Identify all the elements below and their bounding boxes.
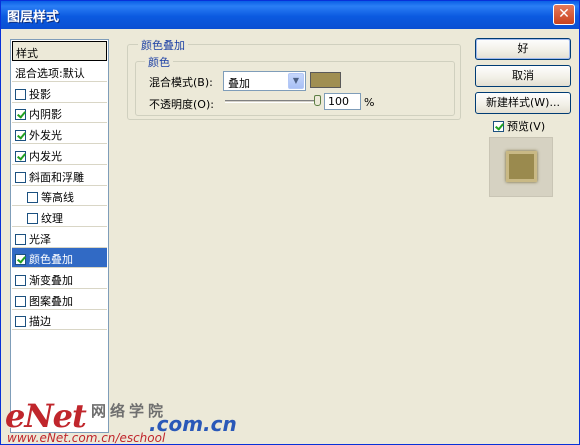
style-item[interactable]: 光泽	[12, 228, 107, 248]
style-item[interactable]: 纹理	[12, 207, 107, 227]
opacity-slider-thumb[interactable]	[314, 95, 321, 106]
style-item-label: 外发光	[29, 129, 62, 142]
style-item-label: 颜色叠加	[29, 253, 73, 266]
style-item-label: 内发光	[29, 150, 62, 163]
style-item[interactable]: 内发光	[12, 145, 107, 165]
style-item[interactable]: 外发光	[12, 124, 107, 144]
checkbox-icon[interactable]	[15, 109, 26, 120]
styles-header-label: 样式	[16, 47, 38, 60]
overlay-color-swatch[interactable]	[310, 72, 341, 88]
styles-list: 样式 混合选项:默认投影内阴影外发光内发光斜面和浮雕等高线纹理光泽颜色叠加渐变叠…	[10, 39, 109, 433]
close-button[interactable]: ✕	[553, 4, 575, 25]
style-item-label: 描边	[29, 315, 51, 328]
checkbox-icon[interactable]	[15, 275, 26, 286]
title-bar[interactable]: 图层样式 ✕	[1, 1, 579, 29]
opacity-value: 100	[328, 95, 349, 108]
dialog-title: 图层样式	[7, 10, 60, 25]
style-item-label: 图案叠加	[29, 295, 73, 308]
style-item-label: 纹理	[41, 212, 63, 225]
chevron-down-icon[interactable]: ▼	[288, 73, 304, 89]
style-item[interactable]: 等高线	[12, 186, 107, 206]
blend-mode-value: 叠加	[228, 77, 250, 90]
preview-checkbox[interactable]: 预览(V)	[493, 118, 545, 134]
blend-mode-select[interactable]: 叠加 ▼	[223, 71, 306, 91]
ok-button[interactable]: 好	[475, 38, 571, 60]
style-item[interactable]: 投影	[12, 83, 107, 103]
opacity-unit: %	[364, 96, 375, 109]
style-item-label: 混合选项:默认	[15, 67, 85, 80]
new-style-button[interactable]: 新建样式(W)...	[475, 92, 571, 114]
opacity-input[interactable]: 100	[324, 93, 361, 110]
checkbox-icon[interactable]	[15, 89, 26, 100]
cancel-button-label: 取消	[512, 69, 534, 82]
preview-label: 预览(V)	[507, 120, 546, 133]
watermark-logo: eNet	[5, 397, 87, 435]
preview-thumbnail	[489, 137, 553, 197]
style-item[interactable]: 图案叠加	[12, 290, 107, 310]
color-overlay-title: 颜色叠加	[138, 37, 188, 53]
new-style-button-label: 新建样式(W)...	[486, 96, 560, 109]
style-item[interactable]: 渐变叠加	[12, 269, 107, 289]
close-icon: ✕	[558, 6, 570, 22]
checkbox-icon[interactable]	[27, 192, 38, 203]
style-item[interactable]: 斜面和浮雕	[12, 166, 107, 186]
checkbox-icon[interactable]	[493, 121, 504, 132]
checkbox-icon[interactable]	[15, 234, 26, 245]
opacity-slider-track[interactable]	[225, 100, 321, 103]
watermark-url: www.eNet.com.cn/eschool	[7, 431, 166, 445]
style-item-label: 等高线	[41, 191, 74, 204]
layer-style-dialog: 图层样式 ✕ 样式 混合选项:默认投影内阴影外发光内发光斜面和浮雕等高线纹理光泽…	[0, 0, 580, 445]
style-item[interactable]: 描边	[12, 310, 107, 330]
checkbox-icon[interactable]	[27, 213, 38, 224]
style-item[interactable]: 颜色叠加	[12, 248, 107, 268]
blend-mode-label: 混合模式(B):	[149, 76, 213, 89]
checkbox-icon[interactable]	[15, 172, 26, 183]
style-item-label: 渐变叠加	[29, 274, 73, 287]
opacity-label: 不透明度(O):	[149, 98, 214, 111]
checkbox-icon[interactable]	[15, 151, 26, 162]
ok-button-label: 好	[517, 42, 529, 55]
styles-header[interactable]: 样式	[12, 41, 107, 61]
color-subgroup-title: 颜色	[145, 54, 173, 70]
style-item-label: 斜面和浮雕	[29, 171, 84, 184]
style-item[interactable]: 混合选项:默认	[12, 62, 107, 82]
checkbox-icon[interactable]	[15, 254, 26, 265]
style-item-label: 内阴影	[29, 108, 62, 121]
preview-swatch	[506, 151, 537, 182]
checkbox-icon[interactable]	[15, 130, 26, 141]
style-item-label: 投影	[29, 88, 51, 101]
cancel-button[interactable]: 取消	[475, 65, 571, 87]
checkbox-icon[interactable]	[15, 296, 26, 307]
style-item[interactable]: 内阴影	[12, 103, 107, 123]
checkbox-icon[interactable]	[15, 316, 26, 327]
style-item-label: 光泽	[29, 233, 51, 246]
